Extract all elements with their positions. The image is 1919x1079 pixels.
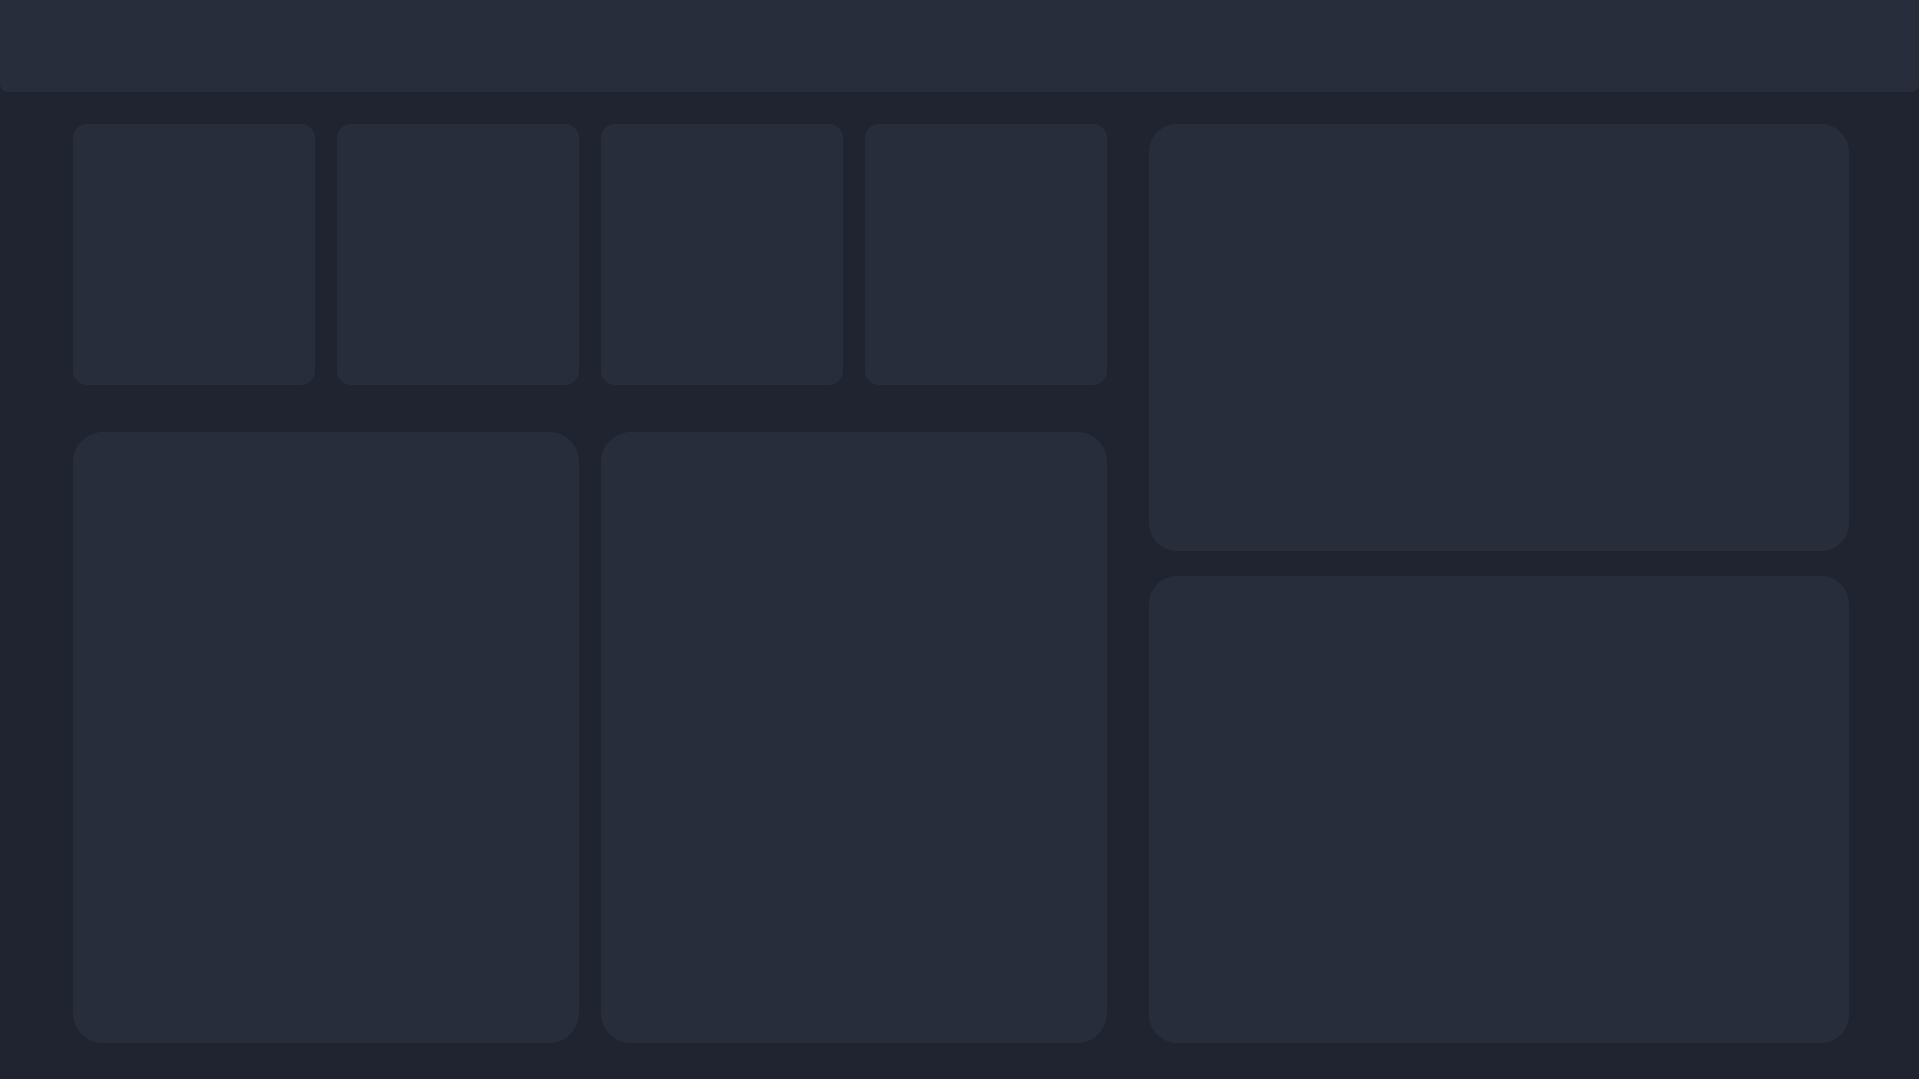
stat-card-4 — [865, 124, 1107, 385]
stat-card-1 — [73, 124, 315, 385]
panel-bottom-middle — [601, 432, 1107, 1043]
dashboard-page — [0, 0, 1919, 1079]
stat-card-3 — [601, 124, 843, 385]
panel-right-bottom — [1149, 576, 1849, 1043]
panel-bottom-left — [73, 432, 579, 1043]
top-bar — [0, 0, 1919, 92]
panel-right-top — [1149, 124, 1849, 551]
stat-card-2 — [337, 124, 579, 385]
